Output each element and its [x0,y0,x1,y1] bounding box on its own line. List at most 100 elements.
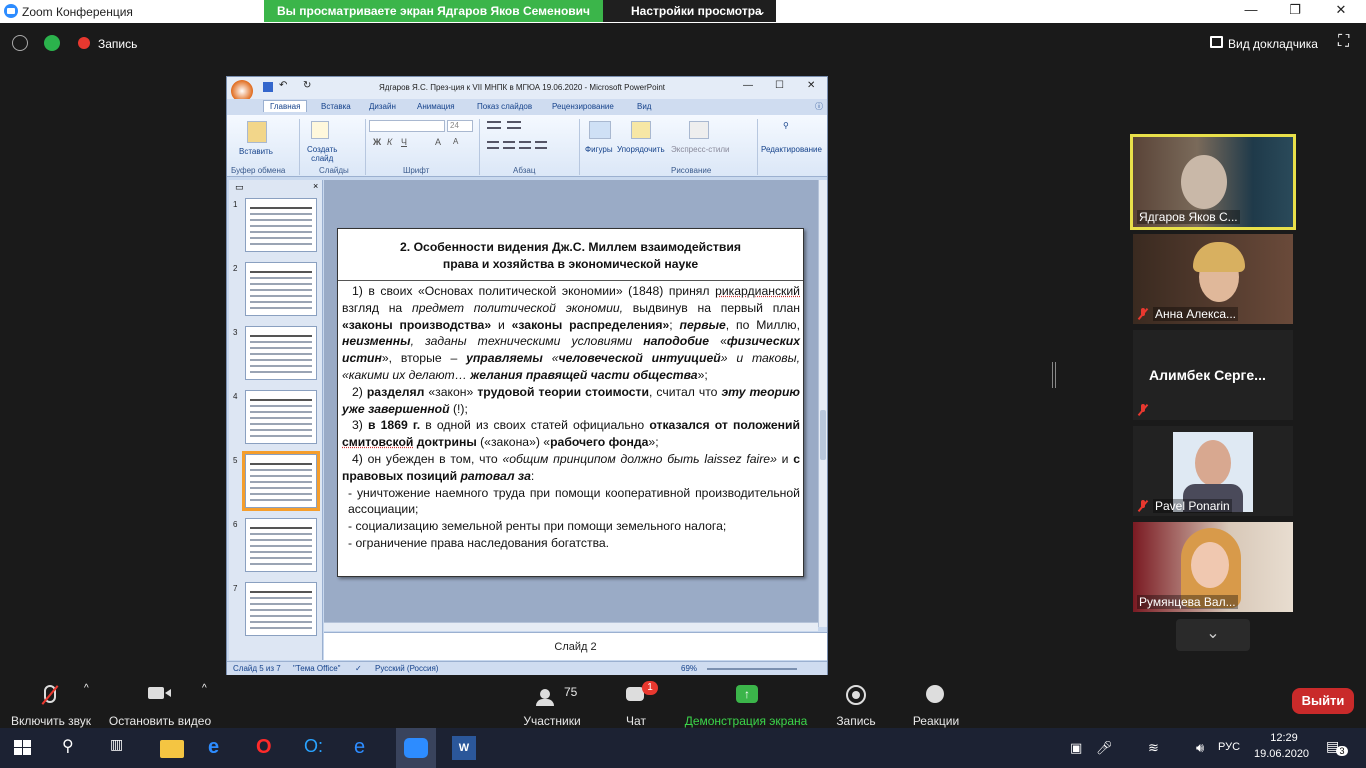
clock-date[interactable]: 19.06.2020 [1254,748,1309,760]
slide-thumbnail[interactable] [245,390,317,444]
video-tile[interactable]: Pavel Ponarin [1133,426,1293,516]
justify-icon[interactable] [535,141,547,149]
paste-icon[interactable] [247,121,267,143]
participants-button[interactable]: 75 Участники [520,681,584,728]
edge-icon[interactable]: e [208,736,232,760]
video-tile[interactable]: Румянцева Вал... [1133,522,1293,612]
slide[interactable]: 2. Особенности видения Дж.С. Миллем взаи… [337,228,804,577]
video-tile[interactable]: Анна Алекса... [1133,234,1293,324]
reactions-button[interactable]: Реакции [910,681,962,728]
slide-thumbnail[interactable] [245,198,317,252]
fullscreen-icon[interactable]: ⛶ [1338,33,1349,51]
internet-explorer-icon[interactable]: e [354,736,378,760]
font-grow-icon[interactable]: A [435,137,441,147]
font-name-field[interactable] [369,120,445,132]
share-screen-button[interactable]: ↑ Демонстрация экрана [684,681,808,728]
quick-styles-button[interactable]: Экспресс-стили [671,145,730,154]
redo-icon[interactable]: ↻ [303,80,311,91]
opera-icon[interactable]: O [256,736,280,760]
video-options-chevron[interactable]: ^ [202,683,207,694]
font-size-field[interactable]: 24 [447,120,473,132]
info-icon[interactable] [12,35,28,51]
tab-insert[interactable]: Вставка [321,102,351,111]
binoculars-icon[interactable]: ⚲ [783,121,799,135]
maximize-button[interactable]: ❐ [1272,2,1318,20]
wifi-icon[interactable]: ≋ [1148,740,1159,756]
leave-meeting-button[interactable]: Выйти [1292,688,1354,714]
slide-thumbnail[interactable] [242,451,320,511]
audio-options-chevron[interactable]: ^ [84,683,89,694]
editing-button[interactable]: Редактирование [761,145,822,154]
slide-thumbnail[interactable] [245,326,317,380]
arrange-button[interactable]: Упорядочить [617,145,665,154]
new-slide-icon[interactable] [311,121,329,139]
align-center-icon[interactable] [503,141,515,149]
help-icon[interactable]: ⓘ [815,101,823,112]
spellcheck-icon[interactable]: ✓ [355,664,362,673]
numbering-icon[interactable] [507,121,521,129]
save-icon[interactable] [263,82,273,92]
slide-thumbnail[interactable] [245,262,317,316]
shapes-button[interactable]: Фигуры [585,145,613,154]
recording-label[interactable]: Запись [98,37,137,51]
shield-icon[interactable] [44,35,60,51]
tab-review[interactable]: Рецензирование [552,102,614,111]
record-button[interactable]: Запись [834,681,878,728]
view-options-button[interactable]: Настройки просмотра ⌄ [603,0,776,22]
zoom-tray-icon[interactable]: ▣ [1070,740,1082,756]
stop-video-button[interactable]: Остановить видео [108,681,212,728]
horizontal-scrollbar[interactable] [324,622,818,631]
zoom-slider[interactable] [707,668,797,670]
video-tile[interactable]: Ядгаров Яков С... [1130,134,1296,230]
arrange-icon[interactable] [631,121,651,139]
chat-button[interactable]: 1 Чат [616,681,658,728]
speaker-view-button[interactable]: Вид докладчика [1228,37,1318,51]
splitter-handle[interactable] [1052,362,1056,388]
ppt-maximize-button[interactable]: ☐ [775,80,784,91]
thumbnail-number: 7 [233,584,238,593]
tab-slideshow[interactable]: Показ слайдов [477,102,532,111]
bullets-icon[interactable] [487,121,501,129]
ppt-minimize-button[interactable]: — [743,80,753,91]
video-tile[interactable]: Алимбек Серге... [1133,330,1293,420]
align-right-icon[interactable] [519,141,531,149]
outline-tab-icon[interactable]: ▭ [235,182,244,193]
new-slide-button[interactable]: Создать слайд [307,145,337,163]
shapes-icon[interactable] [589,121,611,139]
slide-thumbnail[interactable] [245,518,317,572]
zoom-percent[interactable]: 69% [681,664,697,673]
align-left-icon[interactable] [487,141,499,149]
tab-design[interactable]: Дизайн [369,102,396,111]
windows-start-icon[interactable] [12,736,36,760]
close-button[interactable]: ✕ [1318,2,1364,20]
notes-pane[interactable]: Слайд 2 [324,632,827,660]
tab-view[interactable]: Вид [637,102,651,111]
undo-icon[interactable]: ↶ [279,80,287,91]
ppt-close-button[interactable]: ✕ [807,80,815,91]
task-view-icon[interactable]: ▥ [110,736,134,760]
unmute-button[interactable]: Включить звук [8,681,94,728]
search-icon[interactable]: ⚲ [62,736,86,760]
zoom-taskbar-icon[interactable] [396,728,436,768]
gallery-next-page-button[interactable]: ⌄ [1176,619,1250,651]
file-explorer-icon[interactable] [160,740,184,758]
clock-time[interactable]: 12:29 [1266,732,1302,744]
tab-home[interactable]: Главная [263,100,308,112]
word-icon[interactable]: W [452,736,476,760]
vertical-scrollbar[interactable] [818,180,827,627]
tab-animation[interactable]: Анимация [417,102,455,111]
app-icon[interactable]: O: [304,736,328,760]
underline-icon[interactable]: Ч [401,137,407,147]
bold-icon[interactable]: Ж [373,137,381,147]
slide-thumbnail[interactable] [245,582,317,636]
slide-editing-area[interactable]: 2. Особенности видения Дж.С. Миллем взаи… [324,180,818,627]
mic-tray-icon[interactable]: 🎤︎ [1096,740,1113,756]
quick-styles-icon[interactable] [689,121,709,139]
minimize-button[interactable]: — [1228,2,1274,20]
volume-icon[interactable]: 🔊︎ [1196,740,1204,756]
paste-button[interactable]: Вставить [239,147,273,156]
language-indicator[interactable]: РУС [1218,741,1240,753]
font-shrink-icon[interactable]: A [453,137,458,146]
close-pane-icon[interactable]: × [313,181,318,191]
italic-icon[interactable]: К [387,137,392,147]
